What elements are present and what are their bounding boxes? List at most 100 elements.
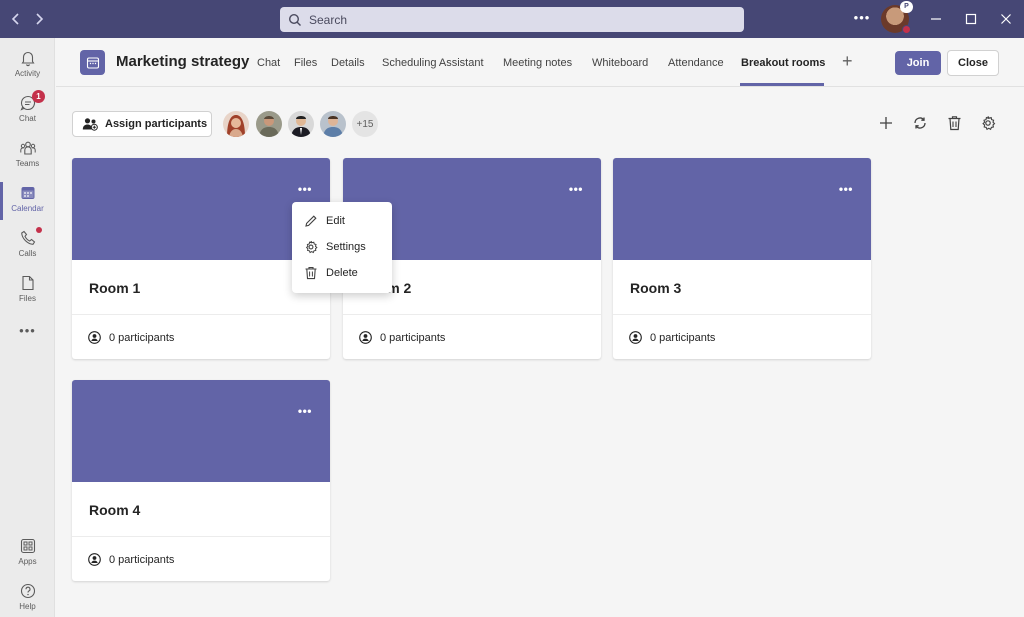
participant-avatar[interactable] xyxy=(288,111,314,137)
minimize-icon xyxy=(931,18,941,20)
room-more-options-button[interactable]: ••• xyxy=(569,182,583,196)
rail-label: Calendar xyxy=(11,204,44,213)
more-options-button[interactable]: ••• xyxy=(852,10,872,28)
minimize-button[interactable] xyxy=(925,8,947,30)
avatar-photo xyxy=(320,111,346,137)
back-button[interactable] xyxy=(6,9,26,29)
menu-item-label: Delete xyxy=(326,267,358,279)
tab-meeting-notes[interactable]: Meeting notes xyxy=(503,57,572,69)
rail-item-teams[interactable]: Teams xyxy=(0,135,55,179)
avatar-photo xyxy=(223,111,249,137)
room-name: Room 3 xyxy=(630,280,682,296)
tab-whiteboard[interactable]: Whiteboard xyxy=(592,57,648,69)
tab-attendance[interactable]: Attendance xyxy=(668,57,724,69)
more-apps-button[interactable]: ••• xyxy=(0,323,55,338)
tab-chat[interactable]: Chat xyxy=(257,57,280,69)
search-input[interactable]: Search xyxy=(280,7,744,32)
menu-item-edit[interactable]: Edit xyxy=(292,208,392,234)
room-more-options-button[interactable]: ••• xyxy=(839,182,853,196)
tab-scheduling-assistant[interactable]: Scheduling Assistant xyxy=(382,57,484,69)
recreate-rooms-button[interactable] xyxy=(910,113,930,133)
rail-item-help[interactable]: Help xyxy=(0,578,55,617)
profile-avatar[interactable]: P xyxy=(881,1,913,34)
rail-label: Apps xyxy=(18,557,37,566)
rail-item-apps[interactable]: Apps xyxy=(0,533,55,577)
room-participants: 0 participants xyxy=(88,553,174,566)
assign-participants-label: Assign participants xyxy=(105,118,208,130)
card-divider xyxy=(343,314,601,315)
search-placeholder: Search xyxy=(309,12,348,27)
room-card[interactable]: ••• Room 3 0 participants xyxy=(613,158,871,359)
rail-label: Calls xyxy=(18,249,37,258)
add-tab-button[interactable]: + xyxy=(842,51,853,72)
participant-count: 0 participants xyxy=(109,331,175,344)
avatar-photo xyxy=(288,111,314,137)
tab-details[interactable]: Details xyxy=(331,57,365,69)
app-rail: Activity Chat 1 Teams Calendar Calls Fil… xyxy=(0,38,55,617)
room-participants: 0 participants xyxy=(629,331,715,344)
more-participants-button[interactable]: +15 xyxy=(352,111,378,137)
maximize-button[interactable] xyxy=(960,8,982,30)
close-window-button[interactable] xyxy=(995,8,1017,30)
participant-avatar[interactable] xyxy=(223,111,249,137)
menu-item-delete[interactable]: Delete xyxy=(292,260,392,286)
room-context-menu: Edit Settings Delete xyxy=(292,202,392,293)
close-icon xyxy=(1001,14,1011,24)
forward-button[interactable] xyxy=(29,9,49,29)
person-icon xyxy=(88,553,101,566)
card-divider xyxy=(72,314,330,315)
rail-item-chat[interactable]: Chat 1 xyxy=(0,90,55,134)
room-card[interactable]: ••• Room 4 0 participants xyxy=(72,380,330,581)
notification-badge: 1 xyxy=(32,90,45,103)
room-participants: 0 participants xyxy=(88,331,174,344)
card-divider xyxy=(72,536,330,537)
bell-icon xyxy=(20,51,35,67)
participant-avatar[interactable] xyxy=(320,111,346,137)
trash-icon xyxy=(305,267,317,280)
card-divider xyxy=(613,314,871,315)
active-tab-indicator xyxy=(740,83,824,86)
delete-rooms-button[interactable] xyxy=(944,113,964,133)
participant-count: 0 participants xyxy=(380,331,446,344)
menu-item-label: Settings xyxy=(326,241,366,253)
file-icon xyxy=(21,275,34,291)
room-more-options-button[interactable]: ••• xyxy=(298,182,312,196)
rail-item-calls[interactable]: Calls xyxy=(0,225,55,269)
rail-label: Chat xyxy=(19,114,36,123)
trash-icon xyxy=(948,116,960,131)
teams-icon xyxy=(19,141,36,155)
person-icon xyxy=(88,331,101,344)
meeting-calendar-icon xyxy=(80,50,105,75)
chevron-right-icon xyxy=(36,13,44,25)
title-bar: Search ••• P xyxy=(0,0,1024,38)
close-button[interactable]: Close xyxy=(947,50,999,76)
person-icon xyxy=(629,331,642,344)
join-button[interactable]: Join xyxy=(895,51,941,75)
chevron-left-icon xyxy=(11,13,19,25)
rail-item-files[interactable]: Files xyxy=(0,270,55,314)
help-icon xyxy=(20,583,35,599)
avatar-photo xyxy=(256,111,282,137)
person-icon xyxy=(359,331,372,344)
meeting-header: Marketing strategy Chat Files Details Sc… xyxy=(56,38,1024,87)
pencil-icon xyxy=(305,215,317,227)
room-card-banner xyxy=(72,380,330,482)
apps-icon xyxy=(20,538,35,554)
add-room-button[interactable] xyxy=(876,113,896,133)
rooms-settings-button[interactable] xyxy=(978,113,998,133)
tab-files[interactable]: Files xyxy=(294,57,317,69)
assign-participants-button[interactable]: Assign participants xyxy=(72,111,212,137)
menu-item-settings[interactable]: Settings xyxy=(292,234,392,260)
calendar-icon xyxy=(21,187,34,199)
presence-status-icon xyxy=(902,25,911,34)
participant-avatar[interactable] xyxy=(256,111,282,137)
maximize-icon xyxy=(965,13,977,25)
rail-item-activity[interactable]: Activity xyxy=(0,45,55,89)
gear-icon xyxy=(982,116,996,131)
menu-item-label: Edit xyxy=(326,215,345,227)
participant-count: 0 participants xyxy=(109,553,175,566)
rail-item-calendar[interactable]: Calendar xyxy=(0,180,55,224)
tab-breakout-rooms[interactable]: Breakout rooms xyxy=(741,57,825,69)
rail-label: Activity xyxy=(14,69,41,78)
room-more-options-button[interactable]: ••• xyxy=(298,404,312,418)
